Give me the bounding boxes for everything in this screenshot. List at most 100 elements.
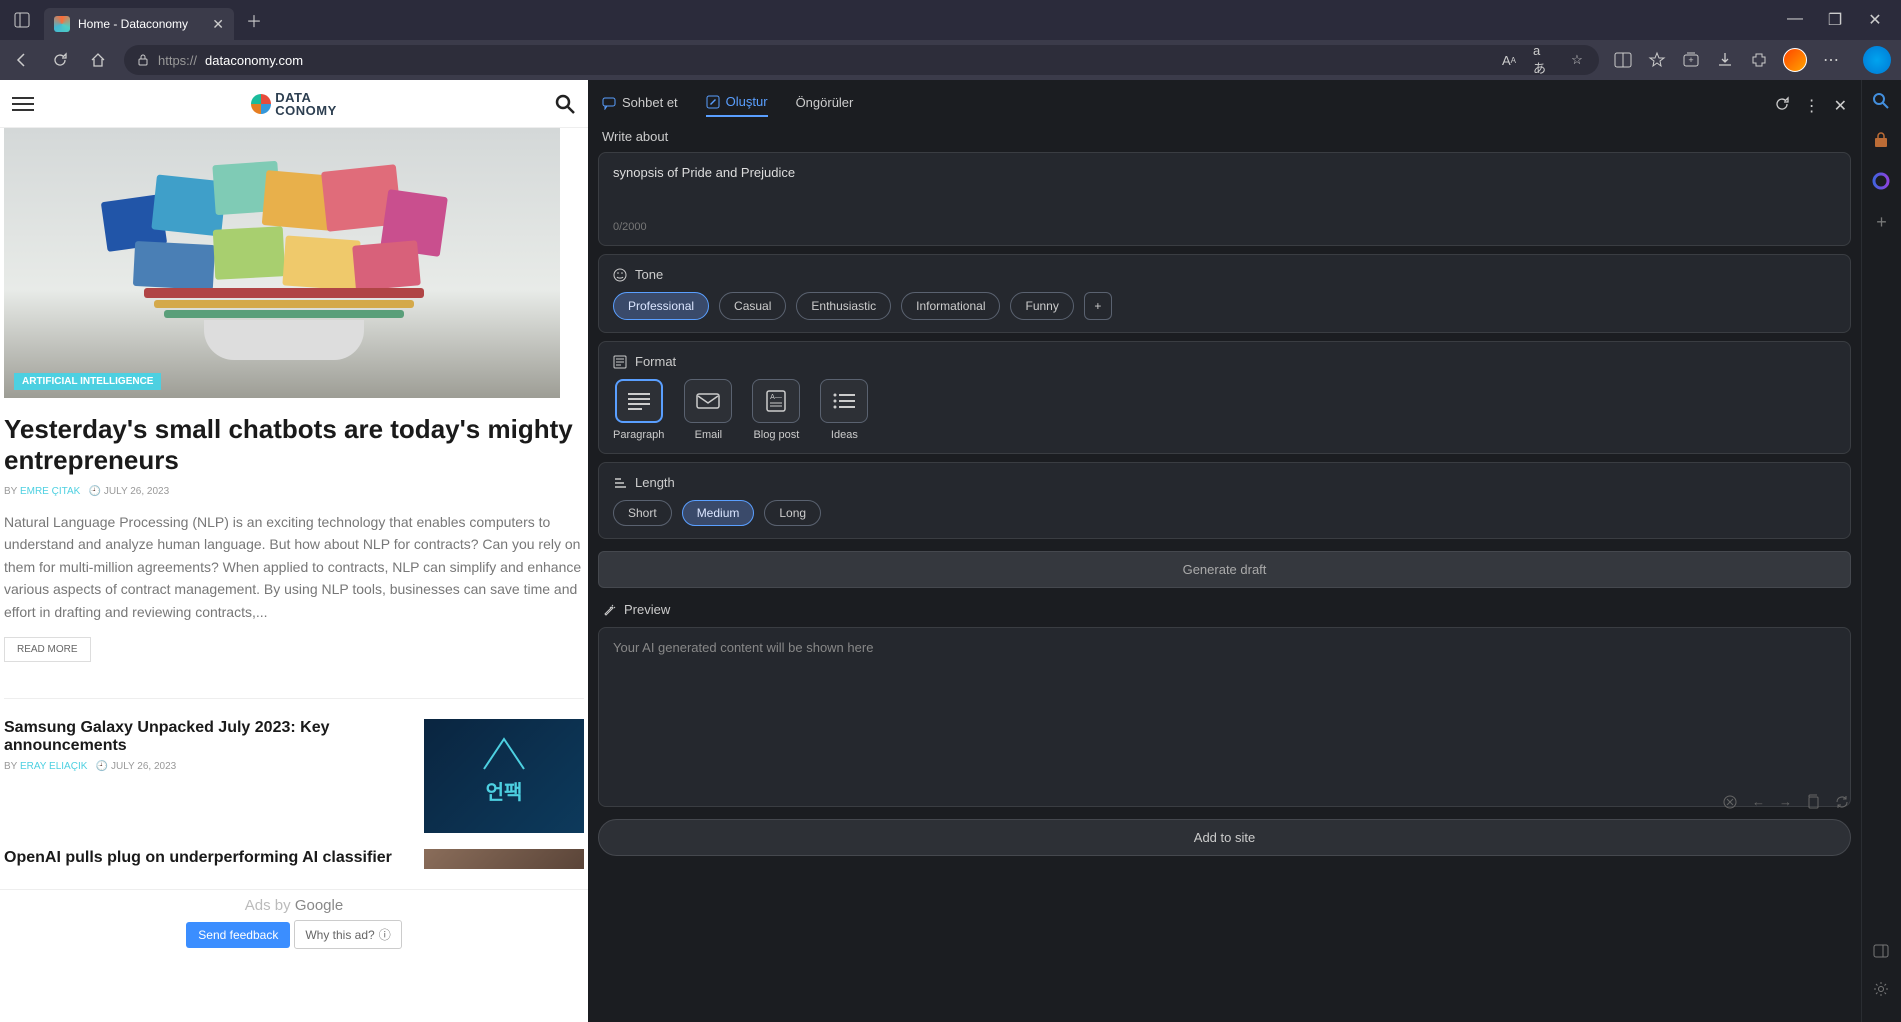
home-button[interactable] — [86, 48, 110, 72]
close-window-button[interactable]: ✕ — [1865, 10, 1885, 30]
rail-add-icon[interactable]: + — [1872, 212, 1892, 232]
prompt-input[interactable]: synopsis of Pride and Prejudice 0/2000 — [598, 152, 1851, 246]
site-logo[interactable]: DATA CONOMY — [251, 91, 337, 117]
author-link[interactable]: EMRE ÇITAK — [20, 486, 80, 497]
rail-office-icon[interactable] — [1872, 172, 1892, 192]
browser-tab[interactable]: Home - Dataconomy ✕ — [44, 8, 234, 40]
url-prefix: https:// — [158, 53, 197, 68]
refresh-button[interactable] — [48, 48, 72, 72]
author-link[interactable]: ERAY ELIAÇIK — [20, 761, 87, 772]
extensions-icon[interactable] — [1749, 50, 1769, 70]
tab-chat[interactable]: Sohbet et — [602, 95, 678, 116]
refresh-compose-icon[interactable] — [1774, 96, 1790, 116]
chat-icon — [602, 96, 616, 110]
ads-by-label: Ads by Google — [245, 897, 343, 914]
address-bar[interactable]: https://dataconomy.com AA aあ ☆ — [124, 45, 1599, 75]
favorites-icon[interactable] — [1647, 50, 1667, 70]
minimize-button[interactable]: — — [1785, 10, 1805, 30]
tone-informational[interactable]: Informational — [901, 292, 1000, 320]
prompt-text[interactable]: synopsis of Pride and Prejudice — [613, 165, 1836, 211]
collections-icon[interactable]: + — [1681, 50, 1701, 70]
secondary-article: Samsung Galaxy Unpacked July 2023: Key a… — [0, 719, 588, 833]
length-short[interactable]: Short — [613, 500, 672, 526]
compose-icon — [706, 95, 720, 109]
why-ad-button[interactable]: Why this ad? ⓘ — [294, 920, 401, 949]
send-feedback-button[interactable]: Send feedback — [186, 922, 290, 948]
format-email-label: Email — [695, 429, 723, 441]
length-medium[interactable]: Medium — [682, 500, 755, 526]
maximize-button[interactable]: ❐ — [1825, 10, 1845, 30]
article-title[interactable]: Yesterday's small chatbots are today's m… — [4, 414, 584, 476]
tone-funny[interactable]: Funny — [1010, 292, 1073, 320]
profile-avatar[interactable] — [1783, 48, 1807, 72]
favorite-star-icon[interactable]: ☆ — [1567, 50, 1587, 70]
translate-icon[interactable]: aあ — [1533, 50, 1553, 70]
why-ad-label: Why this ad? — [305, 928, 374, 942]
divider — [4, 698, 584, 699]
rail-settings-icon[interactable] — [1872, 980, 1892, 1000]
secondary-title[interactable]: Samsung Galaxy Unpacked July 2023: Key a… — [4, 719, 410, 755]
add-to-site-button[interactable]: Add to site — [598, 819, 1851, 856]
back-button[interactable] — [10, 48, 34, 72]
stop-icon[interactable] — [1722, 794, 1738, 810]
tone-professional[interactable]: Professional — [613, 292, 709, 320]
secondary-title-2[interactable]: OpenAI pulls plug on underperforming AI … — [4, 849, 410, 867]
site-search-button[interactable] — [554, 93, 576, 115]
copy-icon[interactable] — [1806, 794, 1820, 810]
preview-output: Your AI generated content will be shown … — [598, 627, 1851, 807]
rail-hide-icon[interactable] — [1872, 942, 1892, 962]
svg-text:+: + — [1688, 55, 1693, 65]
new-tab-button[interactable]: ＋ — [246, 8, 262, 32]
thumb-label: 언팩 — [486, 776, 523, 805]
clock-icon: 🕘 — [96, 761, 108, 772]
site-header: DATA CONOMY — [0, 80, 588, 128]
downloads-icon[interactable] — [1715, 50, 1735, 70]
article-hero-image[interactable]: ARTIFICIAL INTELLIGENCE — [4, 128, 560, 398]
length-long[interactable]: Long — [764, 500, 821, 526]
rail-shopping-icon[interactable] — [1872, 132, 1892, 152]
close-tab-icon[interactable]: ✕ — [212, 16, 224, 33]
read-more-button[interactable]: READ MORE — [4, 637, 91, 662]
rail-search-icon[interactable] — [1872, 92, 1892, 112]
adchoices-icon: ⓘ — [379, 926, 391, 943]
format-ideas[interactable]: Ideas — [820, 379, 868, 441]
prev-icon[interactable]: ← — [1752, 794, 1765, 810]
tone-enthusiastic[interactable]: Enthusiastic — [796, 292, 891, 320]
format-section: Format Paragraph Email A— Blog post Idea — [598, 341, 1851, 454]
tone-add-button[interactable]: + — [1084, 292, 1112, 320]
regenerate-icon[interactable] — [1834, 794, 1850, 810]
paragraph-icon — [615, 379, 663, 423]
next-icon[interactable]: → — [1779, 794, 1792, 810]
category-tag[interactable]: ARTIFICIAL INTELLIGENCE — [14, 373, 161, 390]
preview-section: Preview Your AI generated content will b… — [598, 596, 1851, 807]
length-icon — [613, 476, 627, 490]
close-compose-icon[interactable]: ✕ — [1834, 96, 1847, 116]
blogpost-icon: A— — [752, 379, 800, 423]
tone-casual[interactable]: Casual — [719, 292, 786, 320]
generate-draft-button[interactable]: Generate draft — [598, 551, 1851, 588]
bing-sidebar-toggle[interactable] — [1863, 46, 1891, 74]
secondary-article: OpenAI pulls plug on underperforming AI … — [0, 849, 588, 873]
more-menu-icon[interactable]: ⋯ — [1821, 50, 1841, 70]
format-paragraph[interactable]: Paragraph — [613, 379, 664, 441]
lock-icon — [136, 53, 150, 67]
secondary-thumbnail[interactable]: 언팩 — [424, 719, 584, 833]
reader-mode-icon[interactable]: AA — [1499, 50, 1519, 70]
preview-placeholder: Your AI generated content will be shown … — [613, 640, 873, 655]
ideas-icon — [820, 379, 868, 423]
format-blogpost-label: Blog post — [753, 429, 799, 441]
tab-compose[interactable]: Oluştur — [706, 94, 768, 117]
site-menu-button[interactable] — [12, 93, 34, 115]
tab-insights[interactable]: Öngörüler — [796, 95, 854, 116]
format-email[interactable]: Email — [684, 379, 732, 441]
format-blogpost[interactable]: A— Blog post — [752, 379, 800, 441]
secondary-thumbnail-2[interactable] — [424, 849, 584, 869]
browser-toolbar: https://dataconomy.com AA aあ ☆ + ⋯ — [0, 40, 1901, 80]
compose-more-icon[interactable]: ⋮ — [1804, 96, 1820, 116]
preview-label: Preview — [624, 602, 670, 617]
secondary-date: JULY 26, 2023 — [111, 761, 176, 772]
logo-icon — [251, 94, 271, 114]
compose-sidebar: Sohbet et Oluştur Öngörüler ⋮ ✕ Write ab… — [588, 80, 1861, 1022]
split-screen-icon[interactable] — [1613, 50, 1633, 70]
tab-actions-btn[interactable] — [8, 6, 36, 34]
